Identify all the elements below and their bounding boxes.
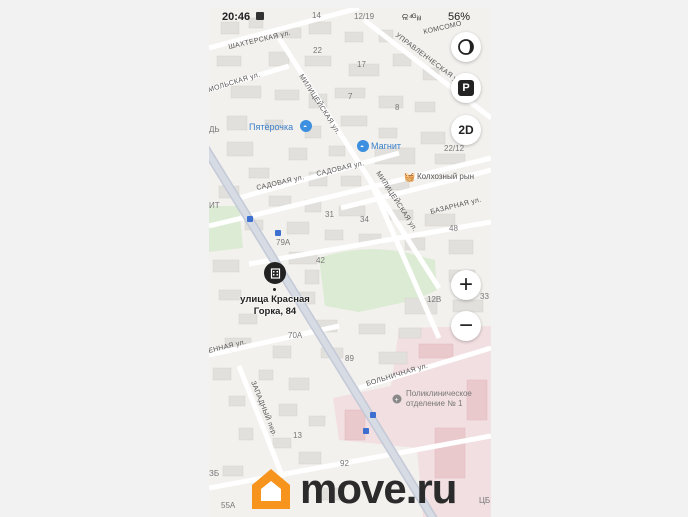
clinic-icon-glyph: +: [395, 397, 399, 404]
status-time: 20:46: [222, 11, 251, 23]
parking-button[interactable]: P: [451, 73, 481, 103]
zoom-in-button[interactable]: +: [451, 270, 481, 300]
house-number: ЦБ: [479, 496, 490, 505]
map-canvas[interactable]: ШАХТЕРСКАЯ ул. КОМСОМО УПРАВЛЕНЧЕСКАЯ ул…: [209, 8, 491, 517]
house-number: 31: [325, 210, 334, 219]
poi-label-pyaterochka[interactable]: Пятёрочка: [249, 122, 293, 132]
house-number: 33: [480, 292, 489, 301]
calendar-icon: [256, 12, 264, 20]
bus-stop-icon: [363, 428, 369, 434]
battery-level: 56%: [448, 11, 471, 23]
brand-logo-text: move.ru: [300, 465, 457, 512]
house-number: 17: [357, 60, 366, 69]
park-area: [209, 206, 243, 252]
bus-stop-icon: [275, 230, 281, 236]
house-logo-icon: [252, 469, 290, 509]
house-number: 70А: [288, 331, 303, 340]
poi-label-market[interactable]: Колхозный рын: [417, 172, 474, 181]
market-icon: 🧺: [404, 172, 415, 182]
house-number: 48: [449, 224, 458, 233]
layers-button[interactable]: [451, 32, 481, 62]
house-number: ДЬ: [209, 125, 220, 134]
house-number: 34: [360, 215, 369, 224]
house-number: 12В: [427, 295, 441, 304]
parking-icon: P: [458, 80, 474, 96]
selected-address-label[interactable]: улица Красная Горка, 84: [229, 294, 321, 318]
house-number: 8: [395, 103, 400, 112]
shop-icon-glyph: ◓: [303, 124, 307, 131]
poi-label-magnit[interactable]: Магнит: [371, 141, 401, 151]
bus-stop-icon: [247, 216, 253, 222]
building-icon: [270, 267, 280, 279]
house-number: 79А: [276, 238, 291, 247]
zoom-out-button[interactable]: −: [451, 311, 481, 341]
house-number: 7: [348, 92, 353, 101]
house-number: 89: [345, 354, 354, 363]
view-mode-button[interactable]: 2D: [451, 115, 481, 145]
location-pin[interactable]: [264, 262, 286, 284]
watermark: move.ru: [250, 464, 457, 514]
layers-icon: [458, 39, 474, 55]
bus-stop-icon: [370, 412, 376, 418]
house-number: 55А: [221, 501, 236, 510]
house-number: 13: [293, 431, 302, 440]
signal-icon: ଳ ⁴ᴳ ᵢₗ ᵢₗ: [402, 12, 421, 22]
house-number: 42: [316, 256, 325, 265]
status-bar: 20:46 ଳ ⁴ᴳ ᵢₗ ᵢₗ 56%: [209, 8, 491, 28]
shop-icon-glyph: ◓: [360, 144, 364, 151]
house-number: ЗБ: [209, 469, 219, 478]
house-number: 22: [313, 46, 322, 55]
phone-screen: ШАХТЕРСКАЯ ул. КОМСОМО УПРАВЛЕНЧЕСКАЯ ул…: [209, 8, 491, 517]
house-number: 22/12: [444, 144, 465, 153]
pin-anchor: [273, 288, 276, 291]
house-number: ИТ: [209, 201, 220, 210]
